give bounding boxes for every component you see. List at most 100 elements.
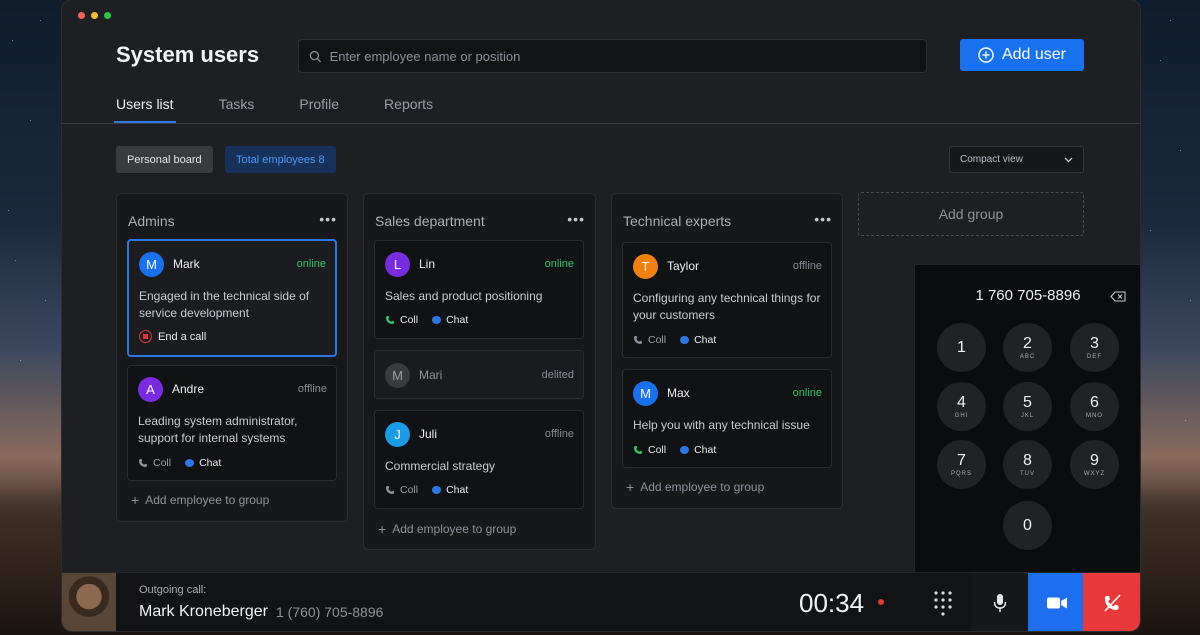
dial-number-display: 1 760 705-8896: [975, 287, 1081, 304]
star: [45, 300, 46, 301]
chat-button[interactable]: Chat: [680, 334, 716, 346]
caller-avatar: [62, 573, 116, 631]
employee-name: Max: [667, 386, 690, 400]
chat-label: Chat: [446, 484, 469, 496]
employee-name: Lin: [419, 257, 436, 271]
total-employees-badge[interactable]: Total employees 8: [225, 146, 336, 173]
coll-label: Coll: [648, 334, 667, 346]
search-bar[interactable]: [298, 39, 927, 73]
backspace-icon[interactable]: [1110, 291, 1126, 302]
chat-icon: [432, 486, 442, 494]
employee-card-andre[interactable]: A Andre offline Leading system administr…: [127, 365, 337, 481]
coll-button[interactable]: Coll: [138, 457, 171, 469]
chat-icon: [432, 316, 442, 324]
personal-board-button[interactable]: Personal board: [116, 146, 213, 173]
employee-description: Configuring any technical things for you…: [633, 291, 821, 322]
card-actions: Coll Chat: [385, 314, 468, 326]
status-badge: online: [792, 387, 822, 399]
more-options-icon[interactable]: •••: [319, 211, 337, 227]
page-title: System users: [116, 42, 260, 67]
status-badge: offline: [792, 260, 822, 272]
chat-icon: [680, 336, 690, 344]
add-employee-label: Add employee to group: [145, 493, 270, 507]
chat-button[interactable]: Chat: [680, 444, 716, 456]
employee-card-max[interactable]: M Max online Help you with any technical…: [622, 369, 832, 468]
dial-key-letters: MNO: [1086, 412, 1103, 419]
keypad-toggle-button[interactable]: [914, 573, 971, 631]
phone-hangup-icon: [1103, 593, 1121, 612]
avatar: T: [633, 254, 658, 279]
search-input[interactable]: [329, 48, 926, 64]
status-badge: offline: [297, 383, 327, 395]
dial-key-5[interactable]: 5 JKL: [1003, 382, 1052, 431]
group-column-sales-department: Sales department ••• L Lin online Sales …: [363, 193, 596, 550]
employee-card-mari[interactable]: M Mari delited: [374, 350, 584, 399]
dial-key-4[interactable]: 4 GHI: [937, 382, 986, 431]
group-title: Admins: [128, 213, 175, 229]
dial-key-8[interactable]: 8 TUV: [1003, 440, 1052, 489]
add-employee-button[interactable]: + Add employee to group: [626, 480, 764, 494]
phone-icon: [139, 459, 147, 467]
tabs-divider: [62, 123, 1140, 124]
employee-card-juli[interactable]: J Juli offline Commercial strategy Coll …: [374, 410, 584, 509]
tab-users-list[interactable]: Users list: [114, 96, 176, 123]
chat-button[interactable]: Chat: [432, 314, 468, 326]
dial-key-digit: 7: [957, 451, 966, 469]
chat-button[interactable]: Chat: [432, 484, 468, 496]
add-employee-button[interactable]: + Add employee to group: [378, 522, 516, 536]
coll-button[interactable]: Coll: [385, 484, 418, 496]
phone-icon: [386, 316, 394, 324]
minimize-window-button[interactable]: [91, 12, 98, 19]
dial-key-0[interactable]: 0: [1003, 501, 1052, 550]
dial-key-6[interactable]: 6 MNO: [1070, 382, 1119, 431]
dial-key-digit: 1: [957, 338, 966, 356]
end-call-label: End a call: [158, 330, 207, 343]
close-window-button[interactable]: [78, 12, 85, 19]
coll-button[interactable]: Coll: [633, 334, 666, 346]
mute-button[interactable]: [971, 573, 1028, 631]
dial-key-3[interactable]: 3 DEF: [1070, 323, 1119, 372]
plus-circle-icon: [978, 47, 994, 63]
dial-key-9[interactable]: 9 WXYZ: [1070, 440, 1119, 489]
chat-label: Chat: [694, 334, 717, 346]
chat-button[interactable]: Chat: [185, 457, 221, 469]
dialer-panel: 1 760 705-8896 1 2 ABC 3 DEF 4 GHI 5 JKL 6 MNO 7 PQR…: [914, 264, 1140, 572]
dial-key-7[interactable]: 7 PQRS: [937, 440, 986, 489]
employee-card-lin[interactable]: L Lin online Sales and product positioni…: [374, 240, 584, 339]
video-button[interactable]: [1028, 573, 1085, 631]
add-employee-button[interactable]: + Add employee to group: [131, 493, 269, 507]
avatar: M: [633, 381, 658, 406]
view-select[interactable]: Compact view: [949, 146, 1084, 173]
coll-button[interactable]: Coll: [633, 444, 666, 456]
dial-key-letters: JKL: [1020, 412, 1035, 419]
maximize-window-button[interactable]: [104, 12, 111, 19]
add-employee-label: Add employee to group: [392, 522, 517, 536]
star: [40, 20, 41, 21]
add-group-button[interactable]: Add group: [858, 192, 1084, 236]
end-call-button[interactable]: End a call: [139, 330, 206, 343]
add-user-button[interactable]: Add user: [960, 39, 1084, 71]
employee-card-mark[interactable]: M Mark online Engaged in the technical s…: [127, 239, 337, 357]
tab-tasks[interactable]: Tasks: [219, 96, 255, 123]
add-user-label: Add user: [1001, 46, 1067, 63]
avatar: M: [139, 252, 164, 277]
add-employee-label: Add employee to group: [640, 480, 765, 494]
dial-key-2[interactable]: 2 ABC: [1003, 323, 1052, 372]
more-options-icon[interactable]: •••: [567, 211, 585, 227]
more-options-icon[interactable]: •••: [814, 211, 832, 227]
employee-description: Commercial strategy: [385, 459, 496, 473]
tab-profile[interactable]: Profile: [299, 96, 339, 123]
dial-key-letters: DEF: [1087, 353, 1102, 360]
chat-label: Chat: [199, 457, 222, 469]
caller-name: Mark Kroneberger: [139, 603, 268, 620]
plus-icon: +: [131, 492, 140, 508]
coll-button[interactable]: Coll: [385, 314, 418, 326]
star: [8, 210, 9, 211]
hang-up-button[interactable]: [1083, 573, 1140, 631]
microphone-icon: [993, 593, 1006, 612]
coll-label: Coll: [400, 484, 419, 496]
tab-reports[interactable]: Reports: [384, 96, 433, 123]
employee-card-taylor[interactable]: T Taylor offline Configuring any technic…: [622, 242, 832, 358]
call-timer: 00:34: [799, 588, 865, 618]
dial-key-1[interactable]: 1: [937, 323, 986, 372]
